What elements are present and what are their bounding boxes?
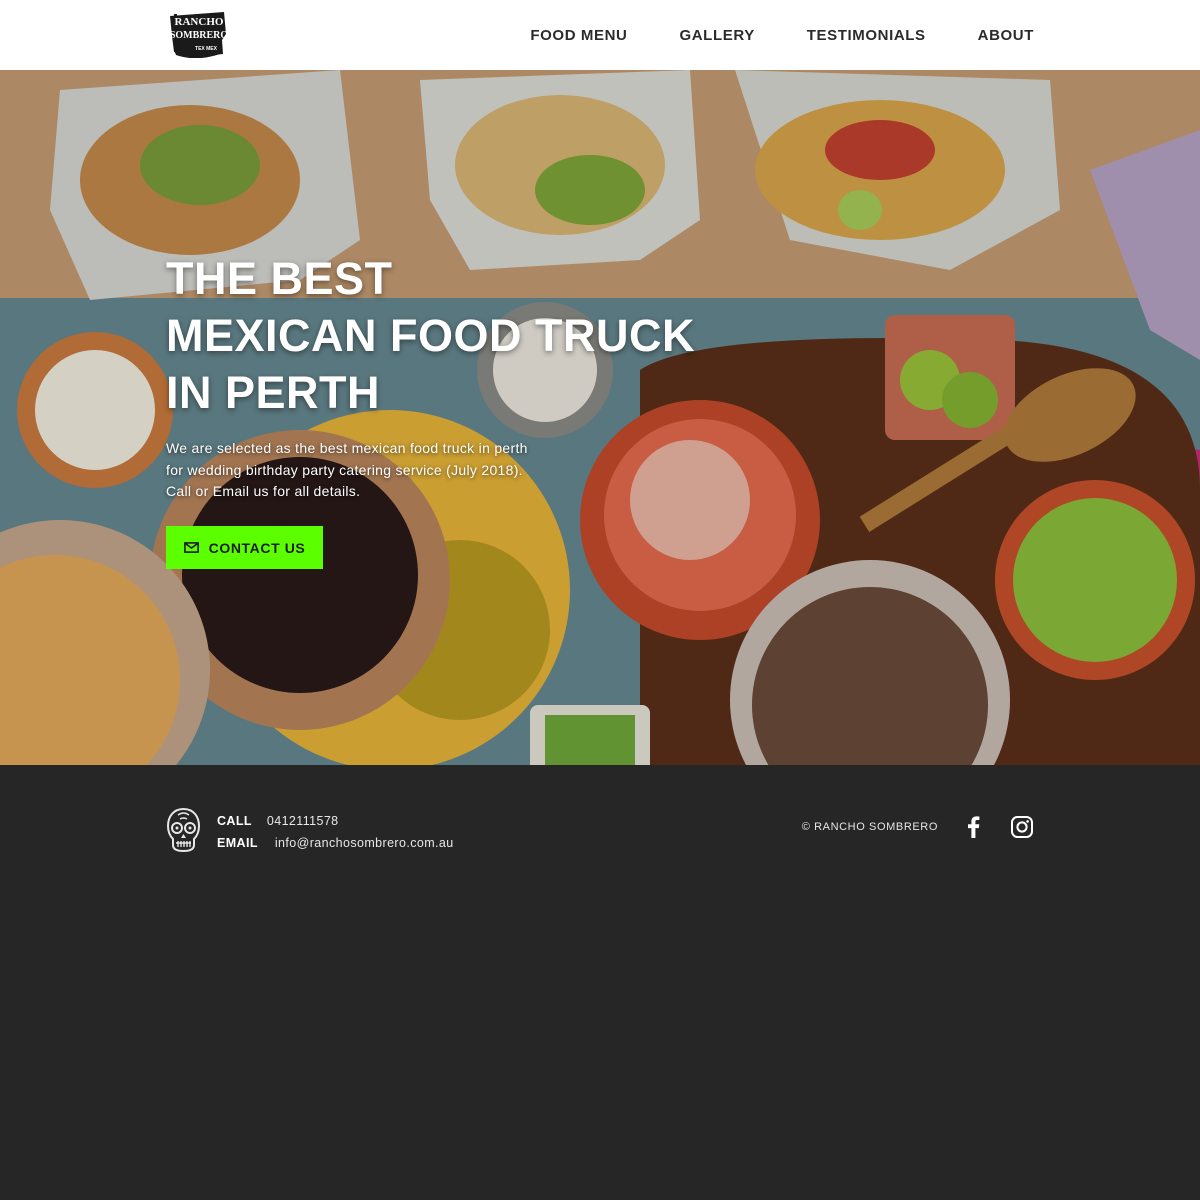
hero-content: THE BEST MEXICAN FOOD TRUCK IN PERTH We … <box>166 250 726 569</box>
instagram-icon[interactable] <box>1010 815 1034 839</box>
email-value[interactable]: info@ranchosombrero.com.au <box>275 836 454 850</box>
sugar-skull-icon <box>166 807 201 853</box>
site-footer: CALL 0412111578 EMAIL info@ranchosombrer… <box>0 765 1200 1200</box>
svg-text:TEX MEX: TEX MEX <box>195 46 218 52</box>
hero-description: We are selected as the best mexican food… <box>166 438 566 503</box>
hero-description-line: for wedding birthday party catering serv… <box>166 461 523 478</box>
main-nav: FOOD MENU GALLERY TESTIMONIALS ABOUT <box>530 0 1034 70</box>
facebook-icon[interactable] <box>962 815 986 839</box>
nav-gallery[interactable]: GALLERY <box>679 27 754 44</box>
nav-testimonials[interactable]: TESTIMONIALS <box>807 27 926 44</box>
footer-contact: CALL 0412111578 EMAIL info@ranchosombrer… <box>217 810 454 854</box>
hero-title-line: IN PERTH <box>166 367 381 418</box>
email-label: EMAIL <box>217 836 258 850</box>
svg-text:SOMBRERO: SOMBRERO <box>170 30 228 41</box>
hero-description-line: Call or Email us for all details. <box>166 483 361 499</box>
hero-section: THE BEST MEXICAN FOOD TRUCK IN PERTH We … <box>0 70 1200 765</box>
mail-icon <box>183 542 199 553</box>
hero-title-line: THE BEST <box>166 253 393 304</box>
call-label: CALL <box>217 814 252 828</box>
email-row: EMAIL info@ranchosombrero.com.au <box>217 832 454 854</box>
svg-text:RANCHO: RANCHO <box>175 16 224 28</box>
hero-description-line: We are selected as the best mexican food… <box>166 440 528 456</box>
site-header: RANCHO SOMBRERO TEX MEX FOOD MENU GALLER… <box>0 0 1200 70</box>
rancho-sombrero-logo[interactable]: RANCHO SOMBRERO TEX MEX <box>166 10 228 58</box>
call-row: CALL 0412111578 <box>217 810 454 832</box>
copyright-text: © RANCHO SOMBRERO <box>801 821 938 833</box>
contact-us-button[interactable]: CONTACT US <box>166 526 323 569</box>
nav-about[interactable]: ABOUT <box>978 27 1034 44</box>
hero-title-line: MEXICAN FOOD TRUCK <box>166 310 695 361</box>
contact-us-label: CONTACT US <box>208 539 306 556</box>
hero-title: THE BEST MEXICAN FOOD TRUCK IN PERTH <box>166 250 726 421</box>
call-value[interactable]: 0412111578 <box>267 814 339 828</box>
nav-food-menu[interactable]: FOOD MENU <box>530 27 627 44</box>
